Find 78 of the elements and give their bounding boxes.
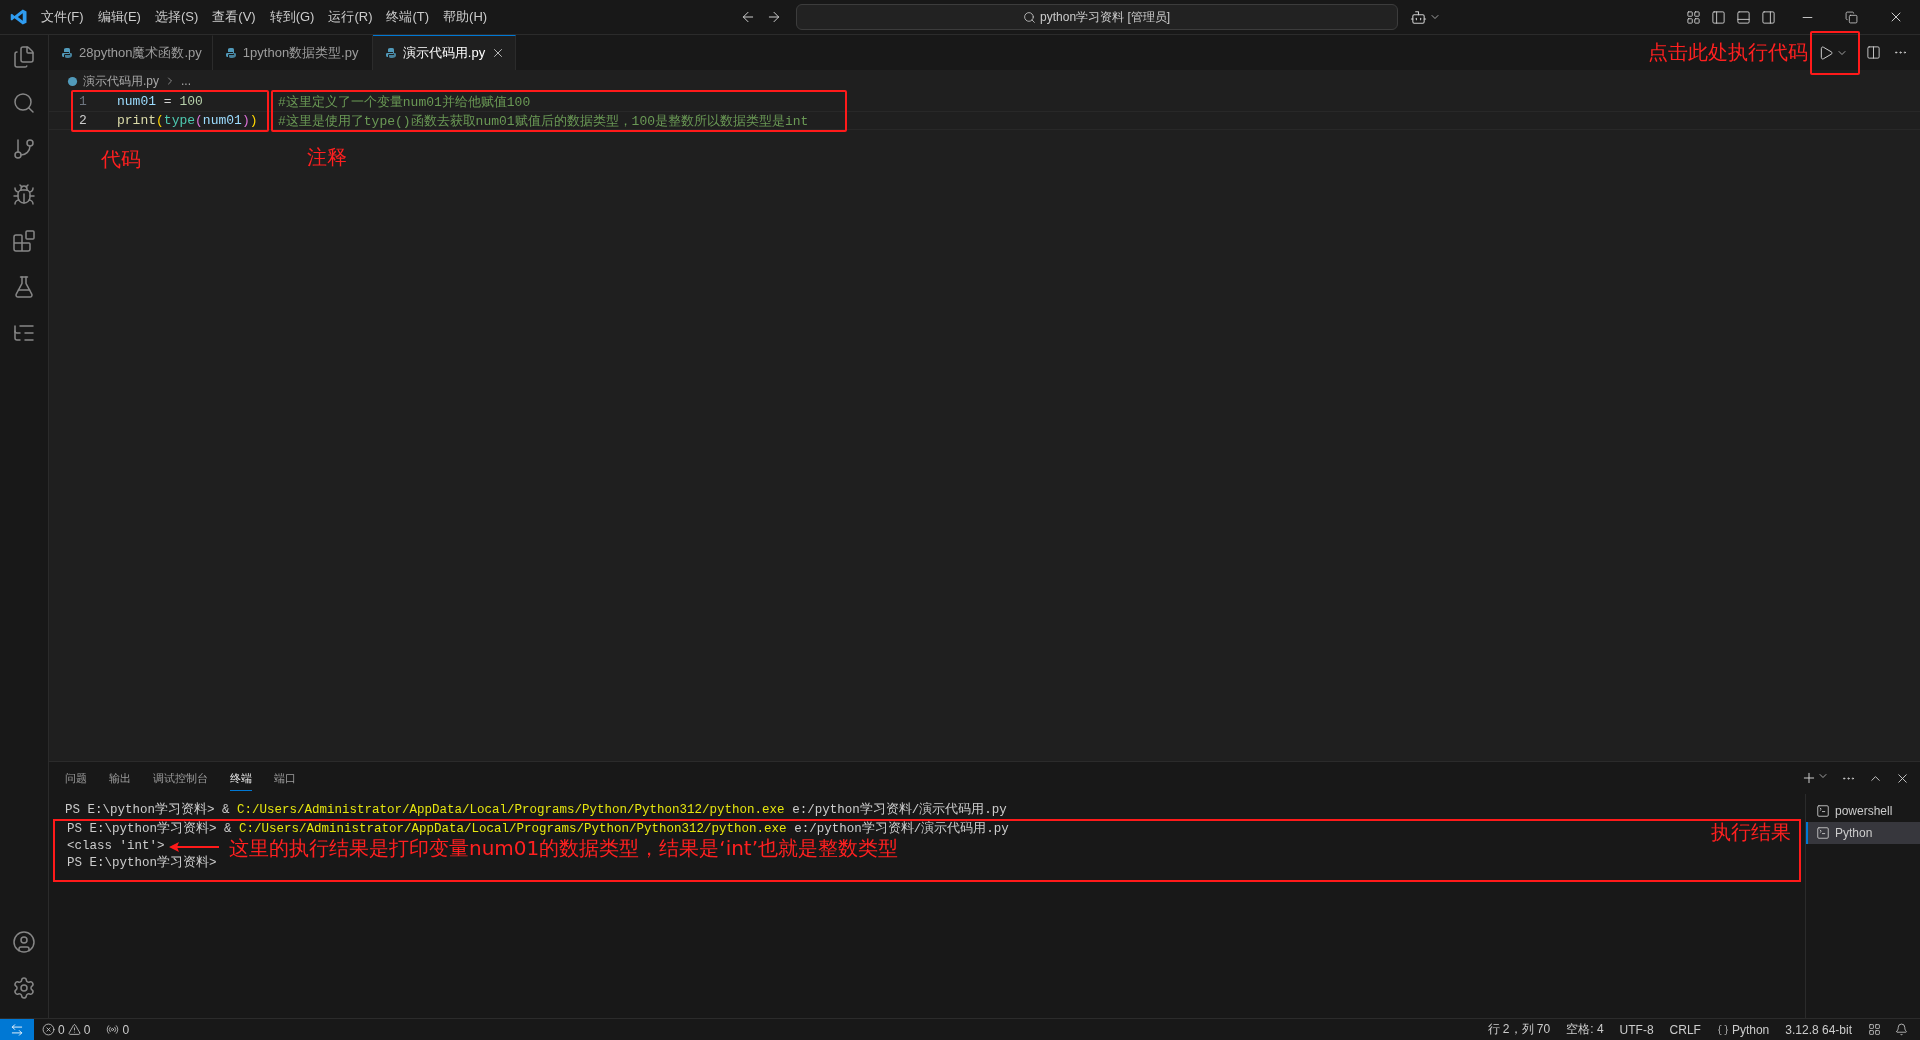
account-icon[interactable] bbox=[12, 930, 36, 954]
annotation-text: 这里的执行结果是打印变量num01的数据类型，结果是‘int’也就是整数类型 bbox=[229, 835, 899, 862]
search-icon bbox=[1023, 10, 1037, 24]
annotation-frame bbox=[1810, 30, 1860, 75]
terminal-icon bbox=[1816, 826, 1830, 840]
flask-icon[interactable] bbox=[12, 275, 36, 299]
code-text: num01 = 100 bbox=[117, 94, 204, 109]
terminal-list-item[interactable]: Python bbox=[1806, 822, 1920, 844]
encoding-status[interactable]: UTF-8 bbox=[1611, 1022, 1662, 1037]
python-file-icon bbox=[224, 47, 237, 59]
sidebar-right-icon[interactable] bbox=[1761, 9, 1776, 25]
braces-icon bbox=[1716, 1023, 1729, 1036]
restore-icon[interactable] bbox=[1845, 10, 1858, 24]
source-control-icon[interactable] bbox=[12, 137, 36, 161]
panel-tab[interactable]: 调试控制台 bbox=[153, 765, 208, 791]
annotation-text: 执行结果 bbox=[1711, 819, 1791, 846]
run-debug-icon[interactable] bbox=[12, 183, 36, 207]
line-ending-status[interactable]: CRLF bbox=[1661, 1022, 1709, 1037]
python-file-icon bbox=[384, 47, 397, 59]
editor-tab[interactable]: 演示代码用.py bbox=[372, 35, 517, 70]
files-icon[interactable] bbox=[12, 45, 36, 69]
panel-bottom-icon[interactable] bbox=[1736, 9, 1751, 25]
remote-icon bbox=[10, 1022, 24, 1037]
menu-item[interactable]: 终端(T) bbox=[379, 8, 437, 26]
breadcrumb-item[interactable]: ... bbox=[181, 74, 192, 88]
command-center[interactable]: python学习资料 [管理员] bbox=[795, 4, 1398, 30]
ports-status[interactable]: 0 bbox=[98, 1022, 138, 1037]
language-status[interactable]: Python bbox=[1708, 1022, 1778, 1037]
problems-status[interactable]: 0 0 bbox=[34, 1022, 99, 1037]
layout-icon[interactable] bbox=[1686, 9, 1701, 25]
annotation-text: 点击此处执行代码 bbox=[1648, 39, 1808, 66]
indentation-status[interactable]: 空格: 4 bbox=[1558, 1021, 1612, 1038]
robot-icon bbox=[1409, 8, 1427, 26]
python-file-icon bbox=[67, 75, 78, 87]
interpreter-status[interactable]: 3.12.8 64-bit bbox=[1777, 1022, 1860, 1037]
menu-item[interactable]: 帮助(H) bbox=[436, 8, 495, 26]
menu-item[interactable]: 查看(V) bbox=[205, 8, 263, 26]
code-comment: #这里定义了一个变量num01并给他赋值100 bbox=[278, 93, 531, 111]
menu-item[interactable]: 转到(G) bbox=[262, 8, 322, 26]
menu-item[interactable]: 文件(F) bbox=[34, 8, 91, 26]
copilot-button[interactable] bbox=[1409, 8, 1441, 26]
terminal-list-item[interactable]: powershell bbox=[1806, 800, 1920, 822]
menu-item[interactable]: 编辑(E) bbox=[90, 8, 148, 26]
breadcrumb-item[interactable]: 演示代码用.py bbox=[83, 72, 159, 90]
python-file-icon bbox=[61, 47, 73, 59]
terminal-icon bbox=[1816, 804, 1830, 818]
arrow-icon bbox=[169, 842, 219, 852]
layout-icon[interactable] bbox=[1868, 1023, 1881, 1036]
extensions-icon[interactable] bbox=[12, 229, 36, 253]
code-text: print(type(num01)) bbox=[117, 113, 259, 128]
menu-item[interactable]: 运行(R) bbox=[321, 8, 380, 26]
line-number: 2 bbox=[78, 113, 88, 128]
run-icon[interactable] bbox=[1818, 44, 1834, 61]
settings-icon[interactable] bbox=[12, 976, 36, 1000]
app-logo-icon bbox=[10, 8, 28, 26]
terminal-line: PS E:\python学习资料> bbox=[67, 855, 217, 872]
panel-tab[interactable]: 终端 bbox=[230, 765, 252, 791]
add-icon[interactable] bbox=[1801, 770, 1817, 786]
line-number: 1 bbox=[78, 94, 88, 109]
panel-tab[interactable]: 端口 bbox=[274, 765, 296, 791]
error-icon bbox=[42, 1023, 55, 1036]
sidebar-left-icon[interactable] bbox=[1711, 9, 1726, 25]
code-comment: #这里是使用了type()函数去获取num01赋值后的数据类型，100是整数所以数据类型是int bbox=[278, 112, 809, 130]
panel-tab[interactable]: 输出 bbox=[109, 765, 131, 791]
panel-tab[interactable]: 问题 bbox=[65, 765, 87, 791]
annotation-text: 注释 bbox=[307, 144, 347, 171]
warning-icon bbox=[67, 1023, 81, 1036]
remote-button[interactable] bbox=[0, 1018, 34, 1040]
cursor-position[interactable]: 行 2，列 70 bbox=[1479, 1021, 1559, 1038]
bell-icon[interactable] bbox=[1895, 1023, 1908, 1036]
terminal-line: <class 'int'> bbox=[67, 838, 165, 855]
annotation-text: 代码 bbox=[101, 146, 141, 173]
split-editor-icon[interactable] bbox=[1866, 45, 1881, 60]
terminal-line: PS E:\python学习资料> & C:/Users/Administrator/AppData/Local/Programs/Python/Python312/python.exe e:/python学习资料/演示代码用.py bbox=[67, 821, 1009, 838]
terminal-line: PS E:\python学习资料> & C:/Users/Administrator/AppData/Local/Programs/Python/Python312/python.exe e:/python学习资料/演示代码用.py bbox=[65, 802, 1007, 819]
menu-item[interactable]: 选择(S) bbox=[147, 8, 206, 26]
antenna-icon bbox=[106, 1023, 120, 1036]
search-icon[interactable] bbox=[12, 91, 36, 115]
